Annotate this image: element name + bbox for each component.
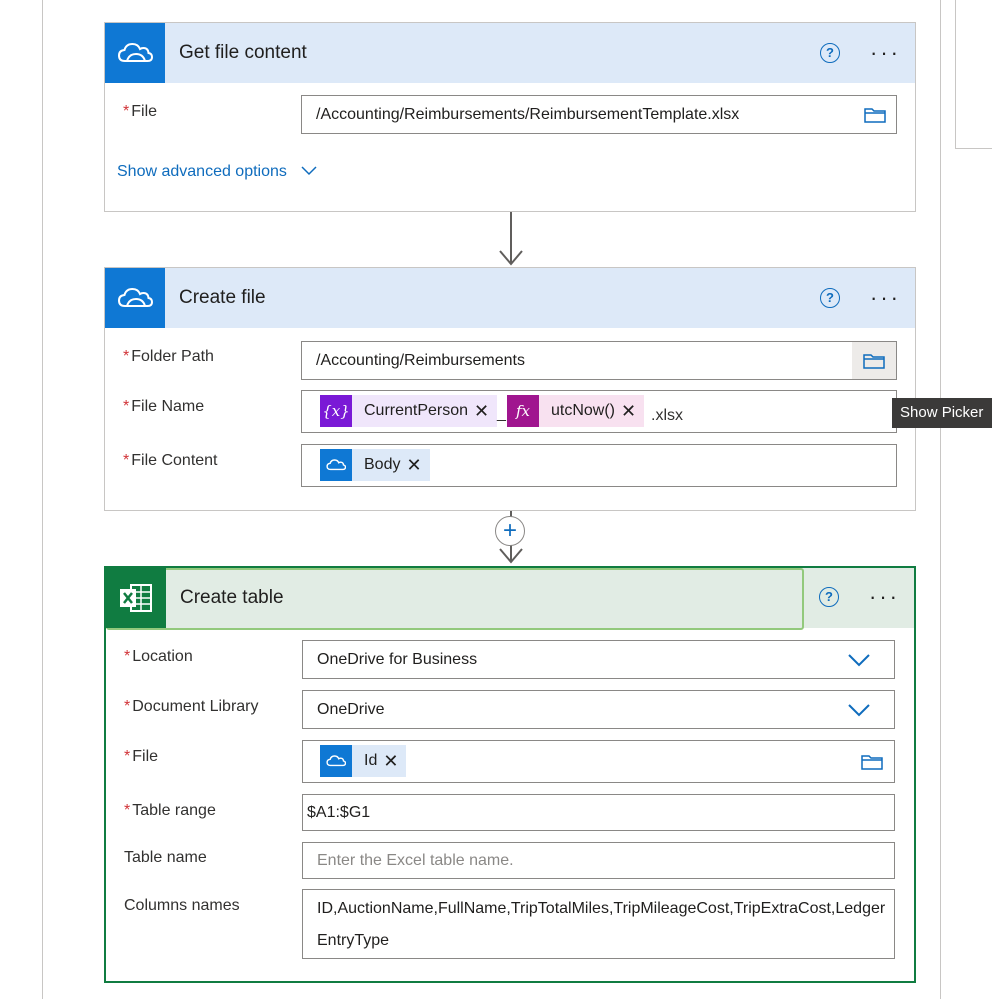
file-name-label: * File Name bbox=[123, 398, 205, 415]
remove-token-icon[interactable]: ✕ bbox=[383, 751, 406, 772]
function-icon: fx bbox=[507, 395, 539, 427]
side-panel-bottom bbox=[955, 148, 992, 149]
card-header[interactable]: Create table ? ··· bbox=[106, 568, 914, 630]
document-library-label: * Document Library bbox=[124, 698, 259, 715]
more-options-icon[interactable]: ··· bbox=[869, 586, 900, 608]
card-header[interactable]: Create file ? ··· bbox=[105, 268, 915, 328]
table-range-label: * Table range bbox=[124, 802, 216, 819]
chevron-down-icon bbox=[848, 704, 870, 717]
add-step-icon[interactable]: + bbox=[495, 516, 525, 546]
card-title: Create table bbox=[180, 587, 284, 608]
create-file-card: Create file ? ··· * Folder Path /Accounti… bbox=[104, 267, 916, 511]
separator-text: _ bbox=[497, 405, 506, 422]
file-content-label: * File Content bbox=[123, 452, 218, 469]
show-advanced-options-link[interactable]: Show advanced options bbox=[117, 163, 317, 181]
file-label: * File bbox=[123, 103, 158, 120]
file-input[interactable]: Id ✕ bbox=[302, 740, 895, 783]
file-content-input[interactable]: Body ✕ bbox=[301, 444, 897, 487]
more-options-icon[interactable]: ··· bbox=[870, 42, 901, 64]
canvas-left-border bbox=[42, 0, 43, 999]
remove-token-icon[interactable]: ✕ bbox=[474, 401, 497, 422]
get-file-content-card: Get file content ? ··· * File /Accounting… bbox=[104, 22, 916, 212]
current-person-token[interactable]: {x} CurrentPerson ✕ bbox=[320, 395, 498, 427]
canvas-right-border bbox=[940, 0, 941, 999]
columns-names-label: Columns names bbox=[124, 897, 240, 914]
columns-names-input[interactable]: ID,AuctionName,FullName,TripTotalMiles,T… bbox=[302, 889, 895, 959]
folder-icon[interactable] bbox=[864, 107, 886, 123]
card-title: Get file content bbox=[179, 42, 307, 63]
side-panel-border bbox=[955, 0, 956, 148]
document-library-dropdown[interactable]: OneDrive bbox=[302, 690, 895, 729]
card-header[interactable]: Get file content ? ··· bbox=[105, 23, 915, 83]
arrowhead-icon bbox=[499, 250, 523, 266]
table-name-input[interactable]: Enter the Excel table name. bbox=[302, 842, 895, 879]
file-label: * File bbox=[124, 748, 159, 765]
folder-picker-button[interactable] bbox=[852, 342, 896, 379]
location-dropdown[interactable]: OneDrive for Business bbox=[302, 640, 895, 679]
variable-icon: {x} bbox=[320, 395, 352, 427]
remove-token-icon[interactable]: ✕ bbox=[621, 401, 644, 422]
id-token[interactable]: Id ✕ bbox=[320, 745, 407, 777]
show-picker-tooltip: Show Picker bbox=[892, 398, 992, 428]
more-options-icon[interactable]: ··· bbox=[870, 287, 901, 309]
file-name-input[interactable]: {x} CurrentPerson ✕ _ fx utcNow() ✕ .xls… bbox=[301, 390, 897, 433]
onedrive-cloud-icon bbox=[105, 23, 165, 83]
excel-icon bbox=[106, 568, 166, 628]
location-label: * Location bbox=[124, 648, 193, 665]
remove-token-icon[interactable]: ✕ bbox=[406, 455, 429, 476]
arrowhead-icon bbox=[499, 548, 523, 564]
utcnow-token[interactable]: fx utcNow() ✕ bbox=[507, 395, 645, 427]
folder-path-input[interactable]: /Accounting/Reimbursements bbox=[301, 341, 897, 380]
chevron-down-icon bbox=[301, 166, 317, 176]
help-icon[interactable]: ? bbox=[819, 587, 839, 607]
chevron-down-icon bbox=[848, 654, 870, 667]
onedrive-cloud-icon bbox=[320, 449, 352, 481]
body-token[interactable]: Body ✕ bbox=[320, 449, 430, 481]
folder-path-label: * Folder Path bbox=[123, 348, 214, 365]
suffix-text: .xlsx bbox=[651, 407, 683, 424]
onedrive-cloud-icon bbox=[320, 745, 352, 777]
folder-icon bbox=[863, 354, 885, 369]
file-path-input[interactable]: /Accounting/Reimbursements/Reimbursement… bbox=[301, 95, 897, 134]
onedrive-cloud-icon bbox=[105, 268, 165, 328]
table-name-label: Table name bbox=[124, 849, 207, 866]
folder-icon[interactable] bbox=[861, 754, 883, 770]
table-range-input[interactable]: $A1:$G1 bbox=[302, 794, 895, 831]
create-table-card: Create table ? ··· * Location OneDrive fo… bbox=[104, 566, 916, 983]
help-icon[interactable]: ? bbox=[820, 288, 840, 308]
help-icon[interactable]: ? bbox=[820, 43, 840, 63]
card-title: Create file bbox=[179, 287, 266, 308]
